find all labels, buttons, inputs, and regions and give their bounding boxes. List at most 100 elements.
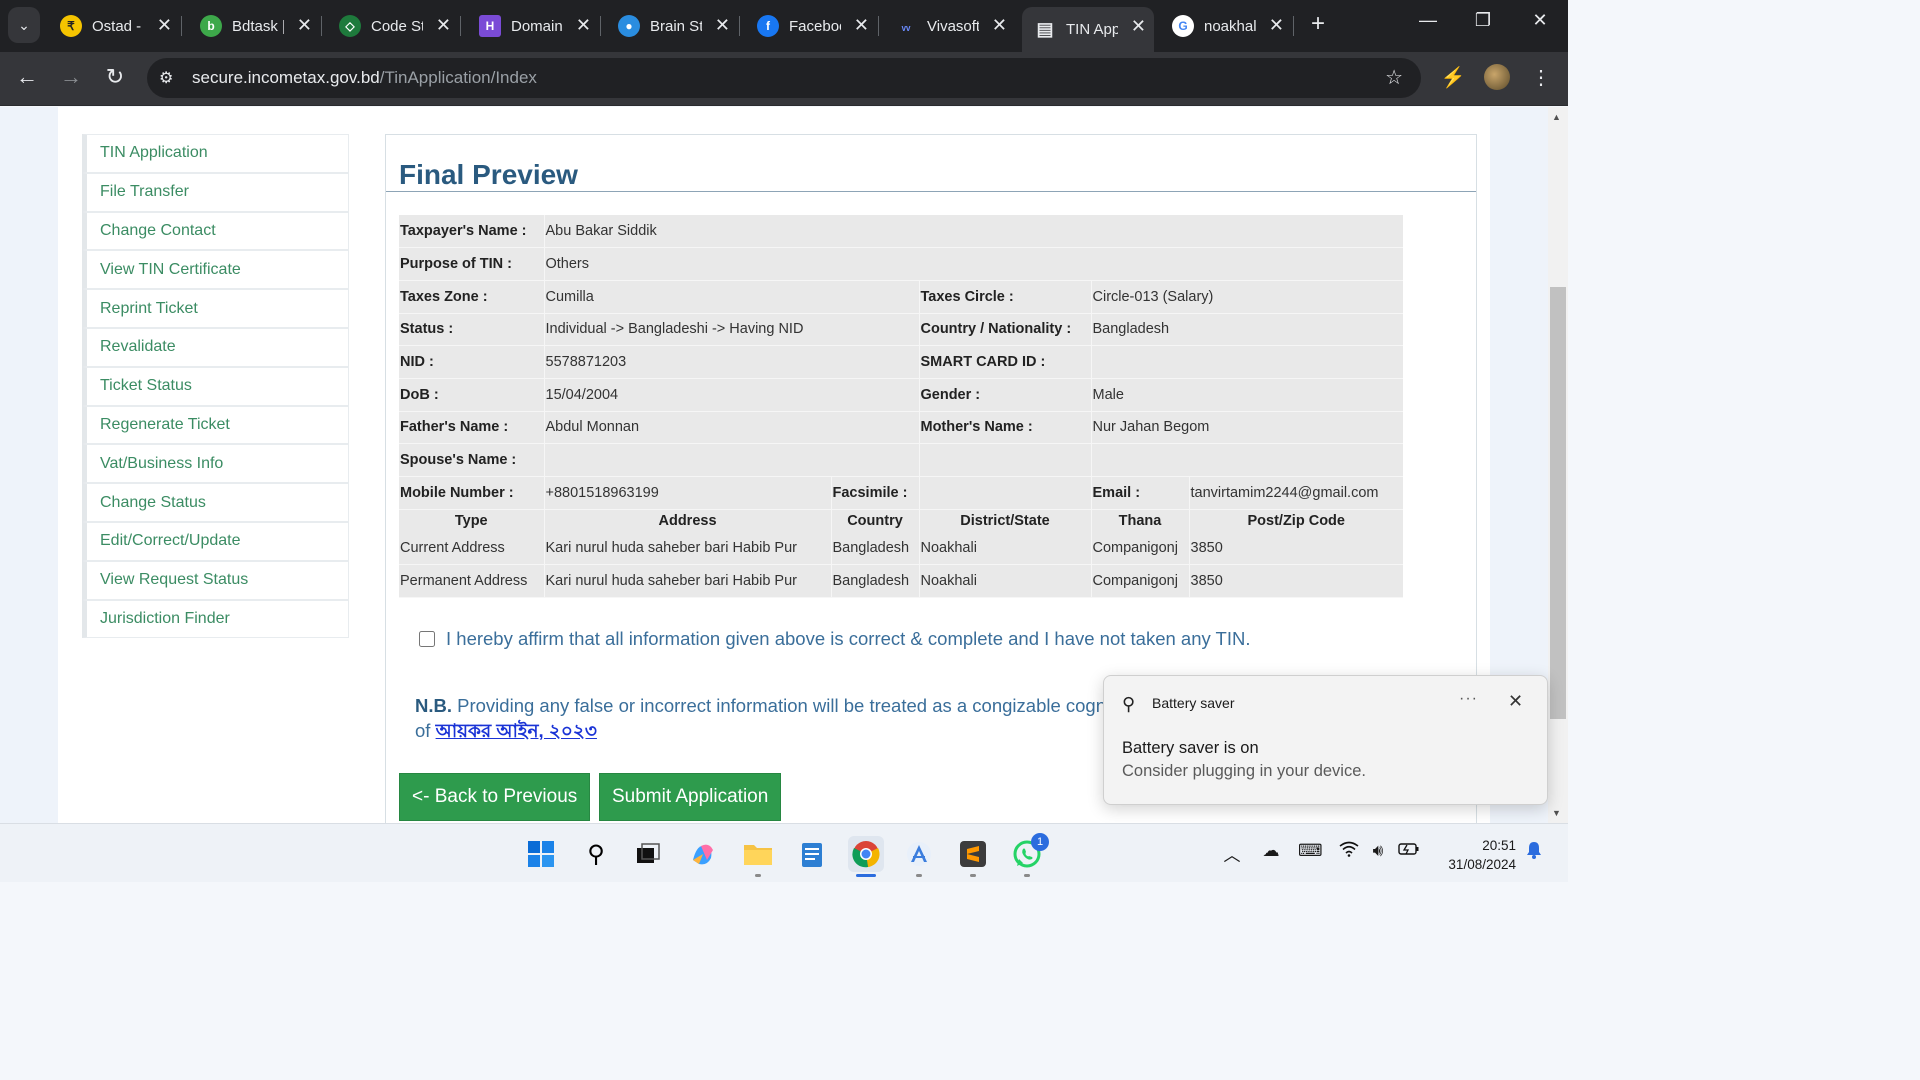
running-indicator: [916, 874, 922, 877]
notepad-icon[interactable]: [796, 838, 828, 870]
field-label: Mobile Number :: [399, 476, 544, 510]
battery-saver-notification[interactable]: ⚲ Battery saver ··· ✕ Battery saver is o…: [1103, 675, 1548, 805]
sidebar-item-revalidate[interactable]: Revalidate: [82, 327, 349, 367]
scroll-up-arrow-icon[interactable]: ▲: [1552, 112, 1561, 122]
sidebar-item-change-contact[interactable]: Change Contact: [82, 211, 349, 251]
forward-arrow-icon[interactable]: →: [56, 64, 86, 90]
field-value: Circle-013 (Salary): [1090, 280, 1403, 314]
close-icon[interactable]: ✕: [1131, 16, 1146, 37]
close-icon[interactable]: ✕: [992, 15, 1007, 36]
tab-0[interactable]: ₹ Ostad - ✕: [48, 6, 182, 46]
menu-dots-icon[interactable]: ⋮: [1527, 65, 1555, 90]
table-row: Taxes Zone : Cumilla Taxes Circle : Circ…: [399, 280, 1403, 314]
sidebar-item-ticket-status[interactable]: Ticket Status: [82, 366, 349, 406]
notification-bell-icon[interactable]: [1522, 841, 1546, 864]
field-value: Cumilla: [543, 280, 919, 314]
battery-icon[interactable]: [1397, 841, 1421, 862]
android-studio-icon[interactable]: [903, 838, 935, 870]
tab-title: Brain St: [650, 17, 702, 35]
restore-button[interactable]: ❐: [1463, 10, 1503, 31]
reload-icon[interactable]: ↻: [100, 64, 130, 90]
close-notification-icon[interactable]: ✕: [1508, 691, 1523, 712]
sublime-text-icon[interactable]: [957, 838, 989, 870]
table-row: Status : Individual -> Bangladeshi -> Ha…: [399, 313, 1403, 347]
sidebar-menu: TIN Application File Transfer Change Con…: [82, 134, 349, 639]
chevron-up-icon[interactable]: ︿: [1220, 841, 1244, 866]
more-options-icon[interactable]: ···: [1459, 690, 1478, 708]
file-explorer-icon[interactable]: [742, 838, 774, 870]
affirm-row[interactable]: I hereby affirm that all information giv…: [419, 628, 1251, 650]
back-to-previous-button[interactable]: <- Back to Previous: [399, 773, 591, 821]
tab-3[interactable]: H Domain ✕: [467, 6, 601, 46]
field-value: [918, 476, 1091, 510]
sidebar-item-vat-business-info[interactable]: Vat/Business Info: [82, 444, 349, 484]
affirm-checkbox[interactable]: [419, 631, 435, 647]
tab-6[interactable]: ᵥᵥ Vivasoft ✕: [883, 6, 1015, 46]
address-cell: 3850: [1188, 564, 1403, 598]
close-icon[interactable]: ✕: [297, 15, 312, 36]
sidebar-item-tin-application[interactable]: TIN Application: [82, 134, 349, 173]
submit-application-button[interactable]: Submit Application: [599, 773, 782, 821]
sidebar-item-file-transfer[interactable]: File Transfer: [82, 172, 349, 212]
address-bar[interactable]: ⚙ secure.incometax.gov.bd/TinApplication…: [147, 58, 1421, 98]
tab-4[interactable]: ● Brain St ✕: [606, 6, 740, 46]
table-row: Mobile Number : +8801518963199 Facsimile…: [399, 476, 1403, 510]
tab-8[interactable]: G noakhal ✕: [1160, 6, 1294, 46]
scroll-down-arrow-icon[interactable]: ▼: [1552, 808, 1561, 818]
column-header: Type: [454, 512, 488, 529]
tab-2[interactable]: ◇ Code St ✕: [327, 6, 461, 46]
windows-start-icon[interactable]: [525, 838, 557, 870]
back-arrow-icon[interactable]: ←: [12, 64, 42, 90]
profile-avatar[interactable]: [1484, 64, 1510, 90]
clock-date: 31/08/2024: [1448, 857, 1516, 872]
notice-of: of: [415, 720, 431, 741]
sidebar-item-change-status[interactable]: Change Status: [82, 483, 349, 522]
close-icon[interactable]: ✕: [854, 15, 869, 36]
table-row: NID : 5578871203 SMART CARD ID :: [399, 345, 1403, 379]
field-value: 15/04/2004: [543, 378, 919, 412]
volume-icon[interactable]: 🔊︎: [1366, 841, 1390, 861]
field-label: Country / Nationality :: [918, 313, 1091, 347]
sidebar-item-regenerate-ticket[interactable]: Regenerate Ticket: [82, 405, 349, 445]
tab-5[interactable]: f Faceboo ✕: [745, 6, 879, 46]
field-value: [1090, 345, 1403, 379]
facebook-favicon-icon: f: [757, 15, 779, 37]
wifi-icon[interactable]: [1337, 841, 1361, 862]
new-tab-button[interactable]: +: [1305, 10, 1331, 38]
chrome-icon[interactable]: [848, 836, 884, 872]
task-view-icon[interactable]: [632, 838, 664, 870]
close-icon[interactable]: ✕: [576, 15, 591, 36]
minimize-button[interactable]: —: [1408, 10, 1448, 31]
close-icon[interactable]: ✕: [1269, 15, 1284, 36]
bookmark-star-icon[interactable]: ☆: [1385, 65, 1403, 90]
close-icon[interactable]: ✕: [715, 15, 730, 36]
field-label: Mother's Name :: [918, 411, 1091, 445]
running-indicator: [970, 874, 976, 877]
site-info-icon[interactable]: ⚙: [159, 68, 173, 88]
table-row: Permanent Address Kari nurul huda sahebe…: [399, 564, 1403, 598]
close-icon[interactable]: ✕: [436, 15, 451, 36]
address-header-row: Type Address Country District/State Than…: [399, 509, 1403, 532]
income-tax-act-link[interactable]: আয়কর আইন, ২০২৩: [436, 720, 597, 741]
scrollbar-thumb[interactable]: [1550, 287, 1566, 719]
tab-7-active[interactable]: ▤ TIN App ✕: [1022, 7, 1154, 52]
copilot-icon[interactable]: [687, 838, 719, 870]
close-icon[interactable]: ✕: [157, 15, 172, 36]
system-clock[interactable]: 20:51 31/08/2024: [1436, 836, 1516, 874]
onedrive-icon[interactable]: ☁: [1259, 841, 1283, 861]
url-text[interactable]: secure.incometax.gov.bd/TinApplication/I…: [192, 68, 537, 88]
sidebar-item-edit-correct-update[interactable]: Edit/Correct/Update: [82, 521, 349, 561]
search-icon[interactable]: ⚲: [580, 838, 612, 870]
sidebar-item-view-request-status[interactable]: View Request Status: [82, 560, 349, 600]
sidebar-item-view-tin-certificate[interactable]: View TIN Certificate: [82, 250, 349, 290]
address-cell: 3850: [1188, 531, 1403, 565]
keyboard-icon[interactable]: ⌨: [1298, 841, 1323, 861]
sidebar-item-jurisdiction-finder[interactable]: Jurisdiction Finder: [82, 599, 349, 639]
notification-body: Consider plugging in your device.: [1122, 762, 1366, 780]
tab-1[interactable]: b Bdtask | ✕: [188, 6, 322, 46]
sidebar-item-reprint-ticket[interactable]: Reprint Ticket: [82, 289, 349, 328]
performance-icon[interactable]: ⚡: [1439, 65, 1467, 90]
tab-search-button[interactable]: ⌄: [8, 7, 40, 43]
field-value: Bangladesh: [1090, 313, 1403, 347]
close-window-button[interactable]: ✕: [1520, 10, 1560, 31]
